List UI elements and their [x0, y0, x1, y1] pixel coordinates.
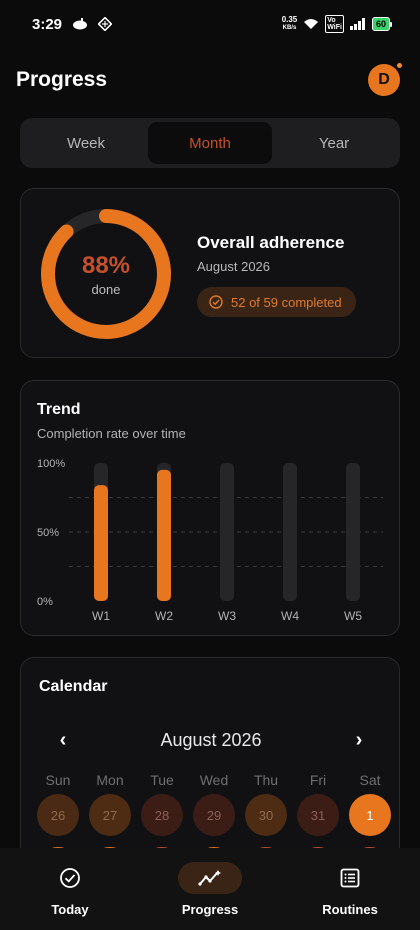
nav-today-label: Today — [51, 902, 89, 917]
calendar-day[interactable]: 29 — [193, 794, 235, 836]
volte-badge: Vo WiFi — [325, 15, 344, 33]
page-title: Progress — [16, 68, 108, 91]
check-circle-icon — [209, 295, 223, 309]
tab-year[interactable]: Year — [272, 122, 396, 164]
tab-month[interactable]: Month — [148, 122, 272, 164]
weekday-thu: Thu — [253, 772, 279, 788]
trend-chart: 100% 50% 0% W1 W2 W3 W4 W5 — [37, 458, 383, 623]
adherence-title: Overall adherence — [197, 233, 345, 252]
network-speed: 0.35 KB/s — [281, 15, 298, 32]
notification-app-icon — [73, 18, 88, 30]
x-tick-label: W2 — [155, 609, 173, 623]
calendar-day[interactable]: 1 — [349, 794, 391, 836]
nav-progress-label: Progress — [181, 902, 239, 917]
x-tick-label: W4 — [281, 609, 299, 623]
weekday-sun: Sun — [45, 772, 71, 788]
nav-progress[interactable]: Progress — [150, 862, 270, 917]
bar-track — [220, 463, 234, 601]
calendar-week-row: 26 27 28 29 30 31 1 — [37, 794, 391, 836]
bar-track — [346, 463, 360, 601]
adherence-percent: 88% — [81, 251, 131, 279]
check-circle-icon — [60, 868, 80, 888]
calendar-day[interactable]: 27 — [89, 794, 131, 836]
calendar-day[interactable]: 31 — [297, 794, 339, 836]
weekday-header: Sun Mon Tue Wed Thu Fri Sat — [37, 772, 391, 788]
x-tick-label: W3 — [218, 609, 236, 623]
prev-month-button[interactable]: ‹ — [51, 729, 75, 752]
calendar-nav: ‹ August 2026 › — [51, 728, 371, 752]
avatar[interactable]: D — [368, 61, 404, 96]
weekday-tue: Tue — [150, 772, 174, 788]
page-header: Progress D — [16, 60, 404, 100]
trend-title: Trend — [37, 401, 81, 418]
y-tick-label: 100% — [37, 458, 65, 470]
completed-badge-text: 52 of 59 completed — [231, 294, 342, 310]
wifi-icon — [304, 19, 319, 29]
tab-week[interactable]: Week — [24, 122, 148, 164]
bar — [94, 485, 108, 601]
weekday-wed: Wed — [199, 772, 229, 788]
battery-icon: 60 — [371, 17, 392, 31]
adherence-ring: 88% done — [39, 207, 173, 341]
weekday-fri: Fri — [309, 772, 327, 788]
nav-routines-label: Routines — [322, 902, 378, 917]
next-month-button[interactable]: › — [347, 729, 371, 752]
trend-subtitle: Completion rate over time — [37, 426, 186, 441]
weekday-mon: Mon — [96, 772, 124, 788]
y-tick-label: 0% — [37, 596, 53, 608]
notification-diamond-icon — [98, 17, 113, 31]
completed-badge: 52 of 59 completed — [197, 287, 356, 317]
trend-icon — [198, 870, 221, 886]
calendar-title: Calendar — [39, 678, 108, 695]
trend-card: Trend Completion rate over time 100% 50% 0… — [20, 380, 400, 636]
calendar-month: August 2026 — [160, 729, 262, 750]
nav-today[interactable]: Today — [10, 862, 130, 917]
nav-routines[interactable]: Routines — [290, 862, 410, 917]
period-selector: Week Month Year — [20, 118, 400, 168]
x-tick-label: W1 — [92, 609, 110, 623]
adherence-done-label: done — [91, 281, 121, 297]
calendar-day[interactable]: 28 — [141, 794, 183, 836]
status-bar: 3:29 0.35 KB/s Vo WiFi 60 — [0, 0, 420, 48]
notification-dot — [395, 61, 404, 70]
y-tick-label: 50% — [37, 527, 59, 539]
bar — [157, 469, 171, 601]
calendar-day[interactable]: 30 — [245, 794, 287, 836]
weekday-sat: Sat — [359, 772, 381, 788]
signal-icon — [349, 18, 365, 30]
bar-track — [283, 463, 297, 601]
calendar-day[interactable]: 26 — [37, 794, 79, 836]
x-tick-label: W5 — [344, 609, 362, 623]
adherence-date: August 2026 — [197, 259, 271, 274]
adherence-card: 88% done Overall adherence August 2026 5… — [20, 188, 400, 358]
list-icon — [340, 868, 360, 888]
avatar-letter: D — [378, 71, 390, 88]
bottom-nav: Today Progress Routines — [0, 848, 420, 930]
status-time: 3:29 — [32, 15, 63, 33]
